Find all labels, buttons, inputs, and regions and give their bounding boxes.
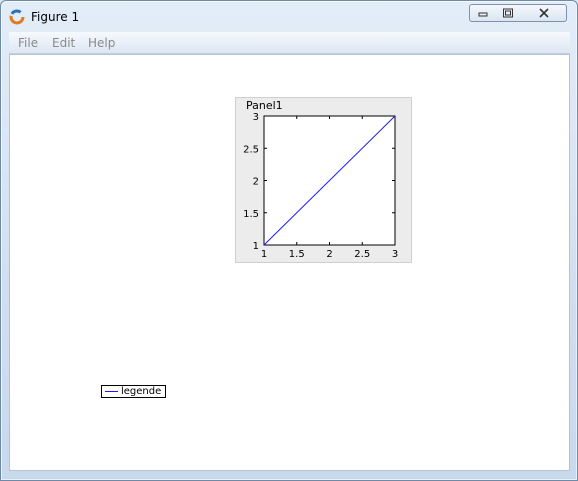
menu-file[interactable]: File	[18, 36, 38, 50]
minimize-button[interactable]	[469, 4, 496, 22]
y-tick-label: 2.5	[243, 144, 259, 155]
menu-help[interactable]: Help	[88, 36, 115, 50]
close-icon	[538, 8, 549, 18]
figure-window: Figure 1 File Edit Help 1 1.5 2 2.5 3 1 1.5 2 2.…	[0, 0, 578, 481]
plot-area[interactable]: 1 1.5 2 2.5 3 1 1.5 2 2.5 3	[236, 98, 413, 264]
window-title: Figure 1	[31, 10, 80, 24]
close-button[interactable]	[521, 4, 567, 22]
x-tick-label: 1.5	[289, 249, 305, 260]
x-tick-label: 1	[261, 249, 267, 260]
maximize-button[interactable]	[495, 4, 522, 22]
x-tick-label: 2.5	[354, 249, 370, 260]
maximize-icon	[503, 8, 513, 18]
figure-canvas[interactable]: 1 1.5 2 2.5 3 1 1.5 2 2.5 3 Panel1 legende	[9, 54, 570, 471]
legend-line-swatch	[105, 391, 118, 392]
panel-title: Panel1	[246, 99, 283, 112]
legend-label: legende	[121, 386, 162, 397]
menu-edit[interactable]: Edit	[52, 36, 75, 50]
title-bar[interactable]: Figure 1	[1, 1, 577, 31]
y-tick-label: 1	[253, 241, 259, 252]
minimize-icon	[478, 12, 487, 17]
panel-frame: 1 1.5 2 2.5 3 1 1.5 2 2.5 3 Panel1	[235, 97, 412, 263]
x-tick-label: 3	[392, 249, 398, 260]
legend-box: legende	[101, 385, 166, 398]
x-tick-label: 2	[326, 249, 332, 260]
scilab-app-icon	[9, 9, 25, 25]
y-tick-label: 2	[253, 177, 259, 188]
y-tick-label: 3	[253, 112, 259, 123]
menu-bar: File Edit Help	[9, 32, 570, 54]
y-tick-label: 1.5	[243, 209, 259, 220]
